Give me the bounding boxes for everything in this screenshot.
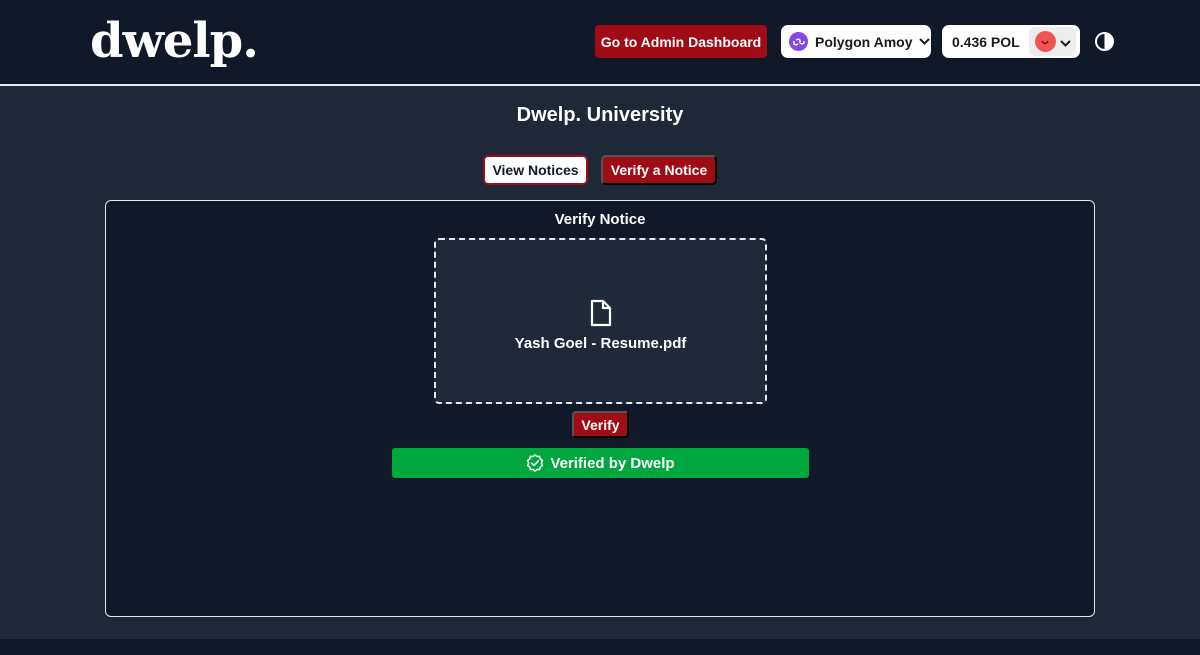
dwelp-logo[interactable]: dwelp. — [90, 12, 259, 70]
tab-verify-notice[interactable]: Verify a Notice — [601, 155, 717, 185]
half-circle-icon[interactable] — [1094, 31, 1115, 52]
check-badge-icon — [526, 454, 544, 472]
account-button[interactable]: 0.436 POL — [942, 25, 1080, 58]
verification-status-text: Verified by Dwelp — [550, 454, 675, 472]
network-name: Polygon Amoy — [815, 33, 913, 50]
chevron-down-icon — [1059, 34, 1071, 50]
verify-notice-panel: Verify Notice Yash Goel - Resume.pdf Ver… — [105, 200, 1095, 617]
admin-dashboard-button[interactable]: Go to Admin Dashboard — [595, 25, 767, 58]
account-avatar-area[interactable] — [1029, 27, 1076, 56]
network-selector-button[interactable]: Polygon Amoy — [781, 25, 931, 58]
chevron-down-icon — [918, 38, 930, 45]
file-name: Yash Goel - Resume.pdf — [514, 334, 687, 352]
tab-view-notices[interactable]: View Notices — [483, 155, 588, 185]
avatar-icon — [1034, 31, 1056, 52]
page-title: Dwelp. University — [516, 104, 684, 126]
verify-button[interactable]: Verify — [572, 411, 629, 438]
top-navbar: dwelp. Go to Admin Dashboard Polygon Amo… — [0, 0, 1200, 86]
wallet-balance: 0.436 POL — [952, 33, 1020, 50]
file-icon — [589, 299, 613, 327]
panel-title: Verify Notice — [554, 211, 646, 228]
file-dropzone[interactable]: Yash Goel - Resume.pdf — [434, 238, 767, 404]
footer-strip — [0, 639, 1200, 655]
polygon-icon — [789, 32, 808, 51]
verification-status-banner: Verified by Dwelp — [392, 448, 809, 478]
